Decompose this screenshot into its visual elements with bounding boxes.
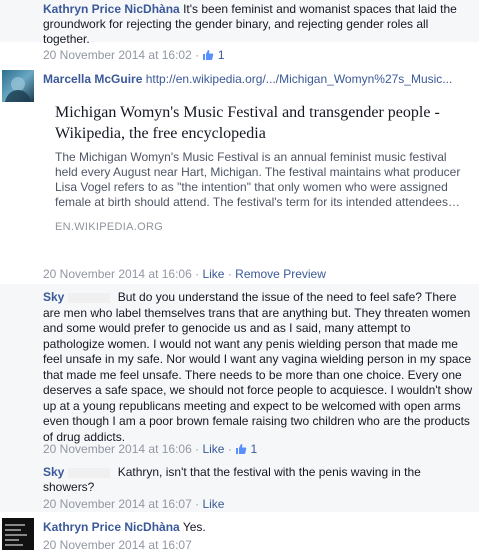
avatar[interactable] (2, 70, 34, 102)
comment-meta: 20 November 2014 at 16:07 · Like (43, 497, 225, 511)
comment-sky-1: Sky But do you understand the issue of t… (0, 284, 479, 460)
comment-author[interactable]: Sky (43, 290, 64, 304)
avatar-marcella (5, 77, 31, 102)
comment-author[interactable]: Sky (43, 465, 64, 479)
like-link[interactable]: Like (202, 267, 224, 281)
like-count[interactable]: 1 (218, 48, 225, 62)
like-count[interactable]: 1 (251, 442, 258, 456)
preview-title[interactable]: Michigan Womyn's Music Festival and tran… (55, 102, 461, 144)
like-link[interactable]: Like (202, 497, 224, 511)
comment-kathryn-2: Kathryn Price NicDhàna Yes. (43, 520, 473, 535)
preview-source: EN.WIKIPEDIA.ORG (55, 221, 164, 233)
comment-author[interactable]: Kathryn Price NicDhàna (43, 2, 180, 16)
comment-meta: 20 November 2014 at 16:06 · Like · 1 (43, 442, 257, 459)
comment-timestamp[interactable]: 20 November 2014 at 16:02 (43, 48, 192, 62)
comment-kathryn-1: Kathryn Price NicDhàna It's been feminis… (0, 0, 479, 46)
comment-timestamp[interactable]: 20 November 2014 at 16:07 (43, 497, 192, 511)
redacted-name (68, 467, 111, 478)
comment-link[interactable]: http://en.wikipedia.org/.../Michigan_Wom… (146, 72, 453, 86)
comment-author[interactable]: Marcella McGuire (43, 72, 142, 86)
link-preview[interactable]: Michigan Womyn's Music Festival and tran… (43, 98, 473, 258)
comment-marcella: Marcella McGuire http://en.wikipedia.org… (43, 72, 473, 87)
redacted-name (68, 292, 111, 303)
like-link[interactable]: Like (202, 442, 224, 456)
thumbs-up-icon (202, 49, 214, 65)
comment-timestamp[interactable]: 20 November 2014 at 16:06 (43, 442, 192, 456)
comment-author[interactable]: Kathryn Price NicDhàna (43, 520, 180, 534)
comment-timestamp[interactable]: 20 November 2014 at 16:07 (43, 538, 192, 552)
remove-preview-link[interactable]: Remove Preview (235, 267, 326, 281)
comment-text: But do you understand the issue of the n… (43, 290, 473, 444)
comment-text: Yes. (182, 520, 206, 534)
comment-sky-2: Sky Kathryn, isn't that the festival wit… (0, 460, 479, 512)
comment-meta: 20 November 2014 at 16:06 · Like · Remov… (43, 267, 326, 281)
avatar[interactable] (2, 518, 34, 550)
preview-description: The Michigan Womyn's Music Festival is a… (55, 150, 461, 209)
thumbs-up-icon (235, 443, 247, 459)
comment-meta: 20 November 2014 at 16:07 (43, 538, 192, 553)
comment-timestamp[interactable]: 20 November 2014 at 16:06 (43, 267, 192, 281)
comment-meta: 20 November 2014 at 16:02 · 1 (43, 48, 225, 65)
avatar-kathryn (5, 524, 27, 546)
